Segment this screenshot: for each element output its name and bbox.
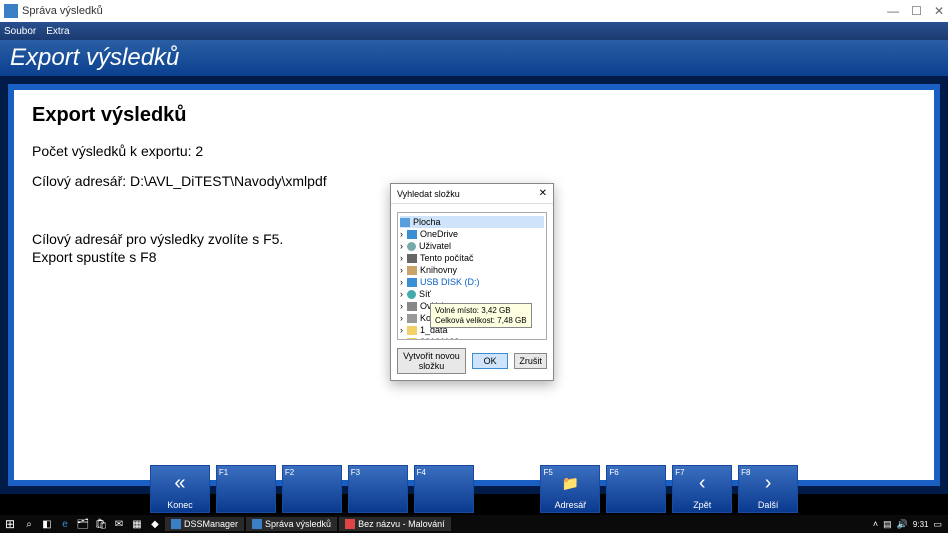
heading: Export výsledků xyxy=(32,104,916,127)
folder-tree[interactable]: Plocha ›OneDrive ›Uživatel ›Tento počíta… xyxy=(397,212,547,340)
fkey-label: Adresář xyxy=(541,500,599,512)
page-title: Export výsledků xyxy=(10,44,179,71)
task-view-icon[interactable]: ◧ xyxy=(38,519,56,530)
folder-icon xyxy=(407,338,417,341)
user-icon xyxy=(407,242,416,251)
desktop-icon xyxy=(400,218,410,227)
fkey-f2[interactable]: F2 xyxy=(282,465,342,513)
menu-soubor[interactable]: Soubor xyxy=(4,26,36,37)
tree-node-user[interactable]: ›Uživatel xyxy=(400,240,544,252)
pinned-icon[interactable]: ▦ xyxy=(128,519,146,530)
fkey-f7[interactable]: F7 ‹ Zpět xyxy=(672,465,732,513)
edge-icon[interactable]: e xyxy=(56,519,74,530)
network-icon[interactable]: ▤ xyxy=(883,519,892,530)
function-keys: « Konec F1 F2 F3 F4 F5 📁 Adresář F6 F7 ‹… xyxy=(0,463,948,515)
taskbar: ⊞ ⌕ ◧ e 🗂 🛍 ✉ ▦ ◆ DSSManager Správa výsl… xyxy=(0,515,948,533)
fkey-f5[interactable]: F5 📁 Adresář xyxy=(540,465,600,513)
app-icon xyxy=(171,519,181,529)
start-button[interactable]: ⊞ xyxy=(0,517,20,531)
fkey-end[interactable]: « Konec xyxy=(150,465,210,513)
clock[interactable]: 9:31 xyxy=(913,520,929,529)
fkey-label: Konec xyxy=(151,500,209,512)
maximize-button[interactable]: ☐ xyxy=(911,4,922,18)
create-folder-button[interactable]: Vytvořit novou složku xyxy=(397,348,466,374)
fkey-f3[interactable]: F3 xyxy=(348,465,408,513)
menubar: Soubor Extra xyxy=(0,22,948,40)
dialog-body: Plocha ›OneDrive ›Uživatel ›Tento počíta… xyxy=(391,204,553,380)
window-title: Správa výsledků xyxy=(22,5,103,17)
pinned-icon[interactable]: ◆ xyxy=(146,519,164,530)
dialog-title: Vyhledat složku xyxy=(397,189,460,199)
recycle-bin-icon xyxy=(407,314,417,323)
store-icon[interactable]: 🛍 xyxy=(92,519,110,530)
dialog-titlebar: Vyhledat složku ✕ xyxy=(391,184,553,204)
search-icon[interactable]: ⌕ xyxy=(20,519,38,530)
system-tray: ˄ ▤ 🔊 9:31 ▭ xyxy=(873,519,948,530)
tree-node-thispc[interactable]: ›Tento počítač xyxy=(400,252,544,264)
app-icon xyxy=(4,4,18,18)
window-controls: — ☐ ✕ xyxy=(887,4,944,18)
fkey-f1[interactable]: F1 xyxy=(216,465,276,513)
fkey-f8[interactable]: F8 › Další xyxy=(738,465,798,513)
ok-button[interactable]: OK xyxy=(472,353,508,369)
fkey-label: Další xyxy=(739,500,797,512)
tray-chevron-icon[interactable]: ˄ xyxy=(873,519,878,529)
volume-icon[interactable]: 🔊 xyxy=(897,519,908,530)
fkey-f4[interactable]: F4 xyxy=(414,465,474,513)
dialog-buttons: Vytvořit novou složku OK Zrušit xyxy=(397,348,547,374)
notifications-icon[interactable]: ▭ xyxy=(933,519,942,530)
close-button[interactable]: ✕ xyxy=(934,4,944,18)
folder-icon xyxy=(407,326,417,335)
folder-browse-dialog: Vyhledat složku ✕ Plocha ›OneDrive ›Uživ… xyxy=(390,183,554,381)
network-icon xyxy=(407,290,416,299)
computer-icon xyxy=(407,254,417,263)
fkey-label: Zpět xyxy=(673,500,731,512)
cancel-button[interactable]: Zrušit xyxy=(514,353,547,369)
paint-icon xyxy=(345,519,355,529)
count-line: Počet výsledků k exportu: 2 xyxy=(32,143,916,159)
tree-node-usb[interactable]: ›USB DISK (D:) xyxy=(400,276,544,288)
tree-node-folder[interactable]: ›20161109 xyxy=(400,336,544,340)
taskbar-app[interactable]: Bez názvu - Malování xyxy=(339,517,451,531)
window-titlebar: Správa výsledků — ☐ ✕ xyxy=(0,0,948,22)
tree-node-libraries[interactable]: ›Knihovny xyxy=(400,264,544,276)
app-icon xyxy=(252,519,262,529)
menu-extra[interactable]: Extra xyxy=(46,26,69,37)
usb-drive-icon xyxy=(407,278,417,287)
page-header: Export výsledků xyxy=(0,40,948,76)
taskbar-app[interactable]: DSSManager xyxy=(165,517,244,531)
tree-node-network[interactable]: ›Síť xyxy=(400,288,544,300)
control-panel-icon xyxy=(407,302,417,311)
dialog-close-button[interactable]: ✕ xyxy=(539,188,547,199)
cloud-icon xyxy=(407,230,417,239)
explorer-icon[interactable]: 🗂 xyxy=(74,519,92,530)
mail-icon[interactable]: ✉ xyxy=(110,519,128,530)
chevrons-left-icon: « xyxy=(151,466,209,500)
taskbar-app[interactable]: Správa výsledků xyxy=(246,517,337,531)
tree-node-desktop[interactable]: Plocha xyxy=(400,216,544,228)
libraries-icon xyxy=(407,266,417,275)
tree-node-onedrive[interactable]: ›OneDrive xyxy=(400,228,544,240)
fkey-f6[interactable]: F6 xyxy=(606,465,666,513)
minimize-button[interactable]: — xyxy=(887,4,899,18)
drive-tooltip: Volné místo: 3,42 GB Celková velikost: 7… xyxy=(430,303,532,328)
